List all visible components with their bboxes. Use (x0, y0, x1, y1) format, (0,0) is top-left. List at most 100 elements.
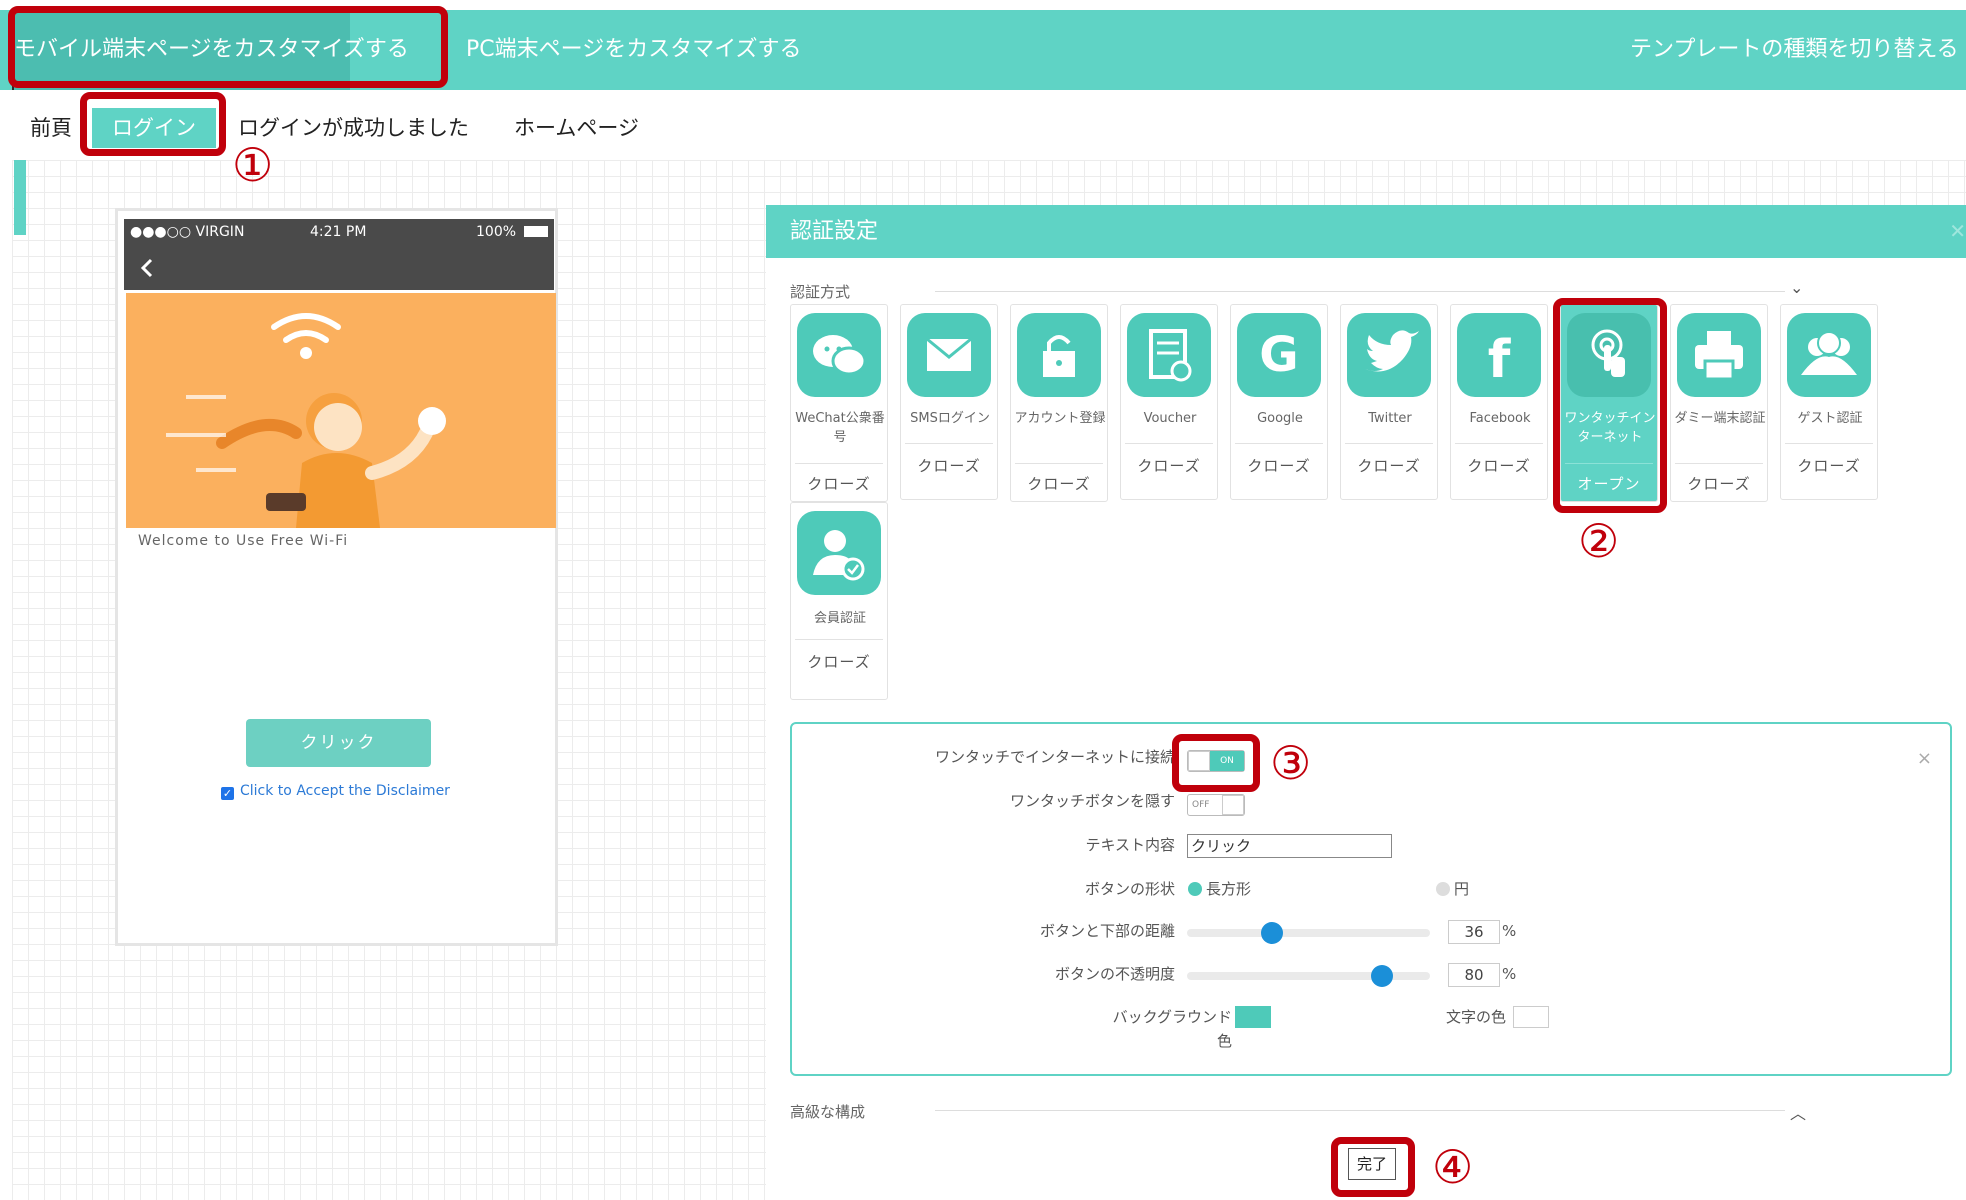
member-icon (797, 511, 881, 595)
distance-label-wrap: ボタンと下部の距離 (880, 920, 1175, 942)
subtab-home[interactable]: ホームページ (514, 108, 639, 148)
radio-checked-icon[interactable] (1188, 882, 1202, 896)
text-label-wrap: テキスト内容 (880, 834, 1175, 856)
phone-click-button[interactable]: クリック (246, 719, 431, 767)
hide-button-label-wrap: ワンタッチボタンを隠す (880, 790, 1175, 812)
auth-card-name: Google (1257, 411, 1303, 426)
auth-section-divider (935, 291, 1785, 292)
auth-card-wechat[interactable]: WeChat公衆番号 クローズ (790, 304, 888, 502)
opacity-unit: % (1502, 965, 1517, 983)
auth-card-status: クローズ (1467, 457, 1531, 475)
printer-icon (1677, 313, 1761, 397)
distance-unit: % (1502, 922, 1517, 940)
opacity-slider-thumb[interactable] (1371, 965, 1393, 987)
auth-card-name: Twitter (1368, 411, 1412, 426)
svg-text:G: G (1259, 327, 1298, 383)
battery-text: 100% (476, 224, 517, 240)
bg-color-label-2: 色 (1216, 1032, 1232, 1050)
advanced-section-divider (935, 1110, 1785, 1111)
opacity-slider[interactable] (1187, 965, 1430, 987)
distance-value-input[interactable]: 36 (1448, 920, 1500, 944)
text-color-swatch[interactable] (1513, 1006, 1549, 1028)
hide-button-toggle[interactable]: OFF (1187, 794, 1245, 816)
auth-card-status: クローズ (1797, 457, 1861, 475)
phone-status-bar: ●●●○○ VIRGIN 4:21 PM 100% (124, 219, 554, 246)
annotation-1: ① (232, 138, 274, 192)
hero-illustration (126, 293, 556, 528)
auth-section-label: 認証方式 (790, 283, 851, 301)
auth-card-account[interactable]: アカウント登録 クローズ (1010, 304, 1108, 502)
disclaimer-checkbox[interactable]: ✓ Click to Accept the Disclaimer (221, 783, 450, 800)
text-content-input[interactable]: クリック (1187, 834, 1392, 858)
voucher-icon (1127, 313, 1211, 397)
bg-color-label: バックグラウンド (1112, 1008, 1232, 1026)
auth-card-name: アカウント登録 (1014, 411, 1106, 426)
back-arrow-icon[interactable] (132, 246, 162, 290)
auth-card-status: クローズ (1247, 457, 1311, 475)
mail-icon (907, 313, 991, 397)
auth-card-name: ダミー端末認証 (1674, 411, 1766, 426)
switch-template-link[interactable]: テンプレートの種類を切り替える (1630, 10, 1959, 90)
svg-text:f: f (1488, 330, 1512, 390)
auth-card-guest[interactable]: ゲスト認証 クローズ (1780, 304, 1878, 500)
button-shape-label: ボタンの形状 (1084, 880, 1175, 898)
lock-icon (1017, 313, 1101, 397)
auth-card-twitter[interactable]: Twitter クローズ (1340, 304, 1438, 500)
auth-card-name: Voucher (1143, 411, 1197, 426)
checkbox-checked-icon[interactable]: ✓ (221, 787, 234, 800)
shape-rect-radio[interactable]: 長方形 (1188, 878, 1251, 899)
hide-button-label: ワンタッチボタンを隠す (1009, 792, 1175, 810)
one-touch-label-wrap: ワンタッチでインターネットに接続 (880, 746, 1175, 768)
shape-circle-radio[interactable]: 円 (1436, 878, 1469, 899)
bg-color-label-wrap: バックグラウンド 色 (880, 1006, 1232, 1054)
subtab-prev[interactable]: 前頁 (30, 108, 72, 148)
page-subnav: 前頁 ログイン ログインが成功しました ホームページ (0, 90, 1966, 160)
google-icon: G (1237, 313, 1321, 397)
auth-card-status: クローズ (1027, 475, 1091, 493)
card-divider (795, 639, 883, 640)
card-divider (905, 443, 993, 444)
settings-close-icon[interactable]: × (1917, 748, 1932, 769)
auth-card-status: クローズ (807, 475, 871, 493)
carrier-text: ●●●○○ VIRGIN (130, 224, 245, 240)
tab-pc-customize[interactable]: PC端末ページをカスタマイズする (466, 10, 802, 90)
auth-card-status: クローズ (807, 653, 871, 671)
panel-close-icon[interactable]: ✕ (1949, 205, 1966, 258)
auth-card-facebook[interactable]: f Facebook クローズ (1450, 304, 1548, 500)
one-touch-label: ワンタッチでインターネットに接続 (934, 748, 1175, 766)
auth-card-member[interactable]: 会員認証 クローズ (790, 502, 888, 700)
auth-card-voucher[interactable]: Voucher クローズ (1120, 304, 1218, 500)
auth-card-google[interactable]: G Google クローズ (1230, 304, 1328, 500)
distance-slider-thumb[interactable] (1261, 922, 1283, 944)
annotation-4: ④ (1432, 1140, 1474, 1194)
auth-card-name: Facebook (1469, 411, 1531, 426)
auth-card-dummy-terminal[interactable]: ダミー端末認証 クローズ (1670, 304, 1768, 502)
panel-title: 認証設定 (790, 219, 879, 244)
chevron-down-icon[interactable]: ⌄ (1790, 278, 1803, 297)
highlight-login-tab (80, 92, 226, 156)
bg-color-swatch[interactable] (1235, 1006, 1271, 1028)
phone-nav-bar (124, 246, 554, 290)
facebook-icon: f (1457, 313, 1541, 397)
toggle-knob (1222, 795, 1244, 815)
left-accent-bar (14, 160, 26, 235)
card-divider (1675, 463, 1763, 464)
auth-card-status: クローズ (1137, 457, 1201, 475)
auth-card-sms[interactable]: SMSログイン クローズ (900, 304, 998, 500)
opacity-value-input[interactable]: 80 (1448, 963, 1500, 987)
phone-preview: ●●●○○ VIRGIN 4:21 PM 100% Welcome to Use… (115, 208, 558, 946)
highlight-one-touch-toggle (1172, 734, 1260, 792)
welcome-text: Welcome to Use Free Wi-Fi (138, 533, 349, 549)
auth-card-name: ゲスト認証 (1797, 411, 1863, 426)
card-divider (1235, 443, 1323, 444)
wifi-person-illustration (166, 313, 446, 528)
distance-slider[interactable] (1187, 922, 1430, 944)
card-divider (795, 463, 883, 464)
button-distance-label: ボタンと下部の距離 (1039, 922, 1175, 940)
radio-unchecked-icon[interactable] (1436, 882, 1450, 896)
chevron-up-icon[interactable]: ︿ (1790, 1100, 1806, 1124)
disclaimer-label: Click to Accept the Disclaimer (240, 783, 450, 799)
opacity-label-wrap: ボタンの不透明度 (880, 963, 1175, 985)
shape-label-wrap: ボタンの形状 (880, 878, 1175, 900)
card-divider (1785, 443, 1873, 444)
